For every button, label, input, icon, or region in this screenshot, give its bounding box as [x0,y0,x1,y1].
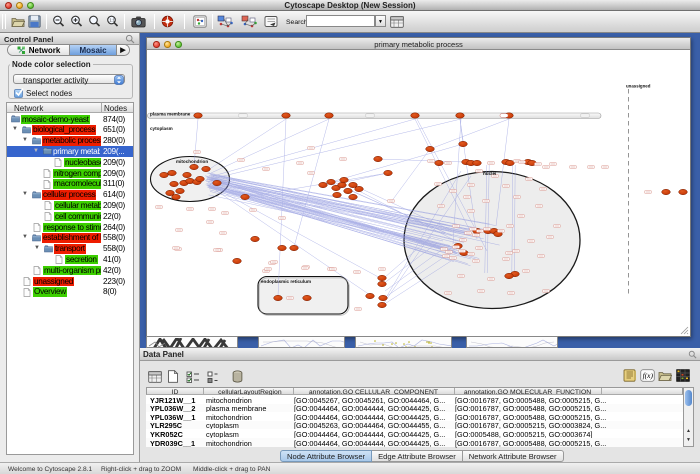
svg-text:f(x): f(x) [643,371,654,380]
svg-text:1:1: 1:1 [109,18,115,23]
svg-text:endoplasmic reticulum: endoplasmic reticulum [261,279,311,284]
svg-text:unassigned: unassigned [626,84,651,89]
svg-text:mitochondrion: mitochondrion [176,159,208,164]
svg-text:plasma membrane: plasma membrane [150,112,191,117]
svg-text:cytoplasm: cytoplasm [150,126,173,131]
svg-text:nuclei: nuclei [483,171,496,176]
